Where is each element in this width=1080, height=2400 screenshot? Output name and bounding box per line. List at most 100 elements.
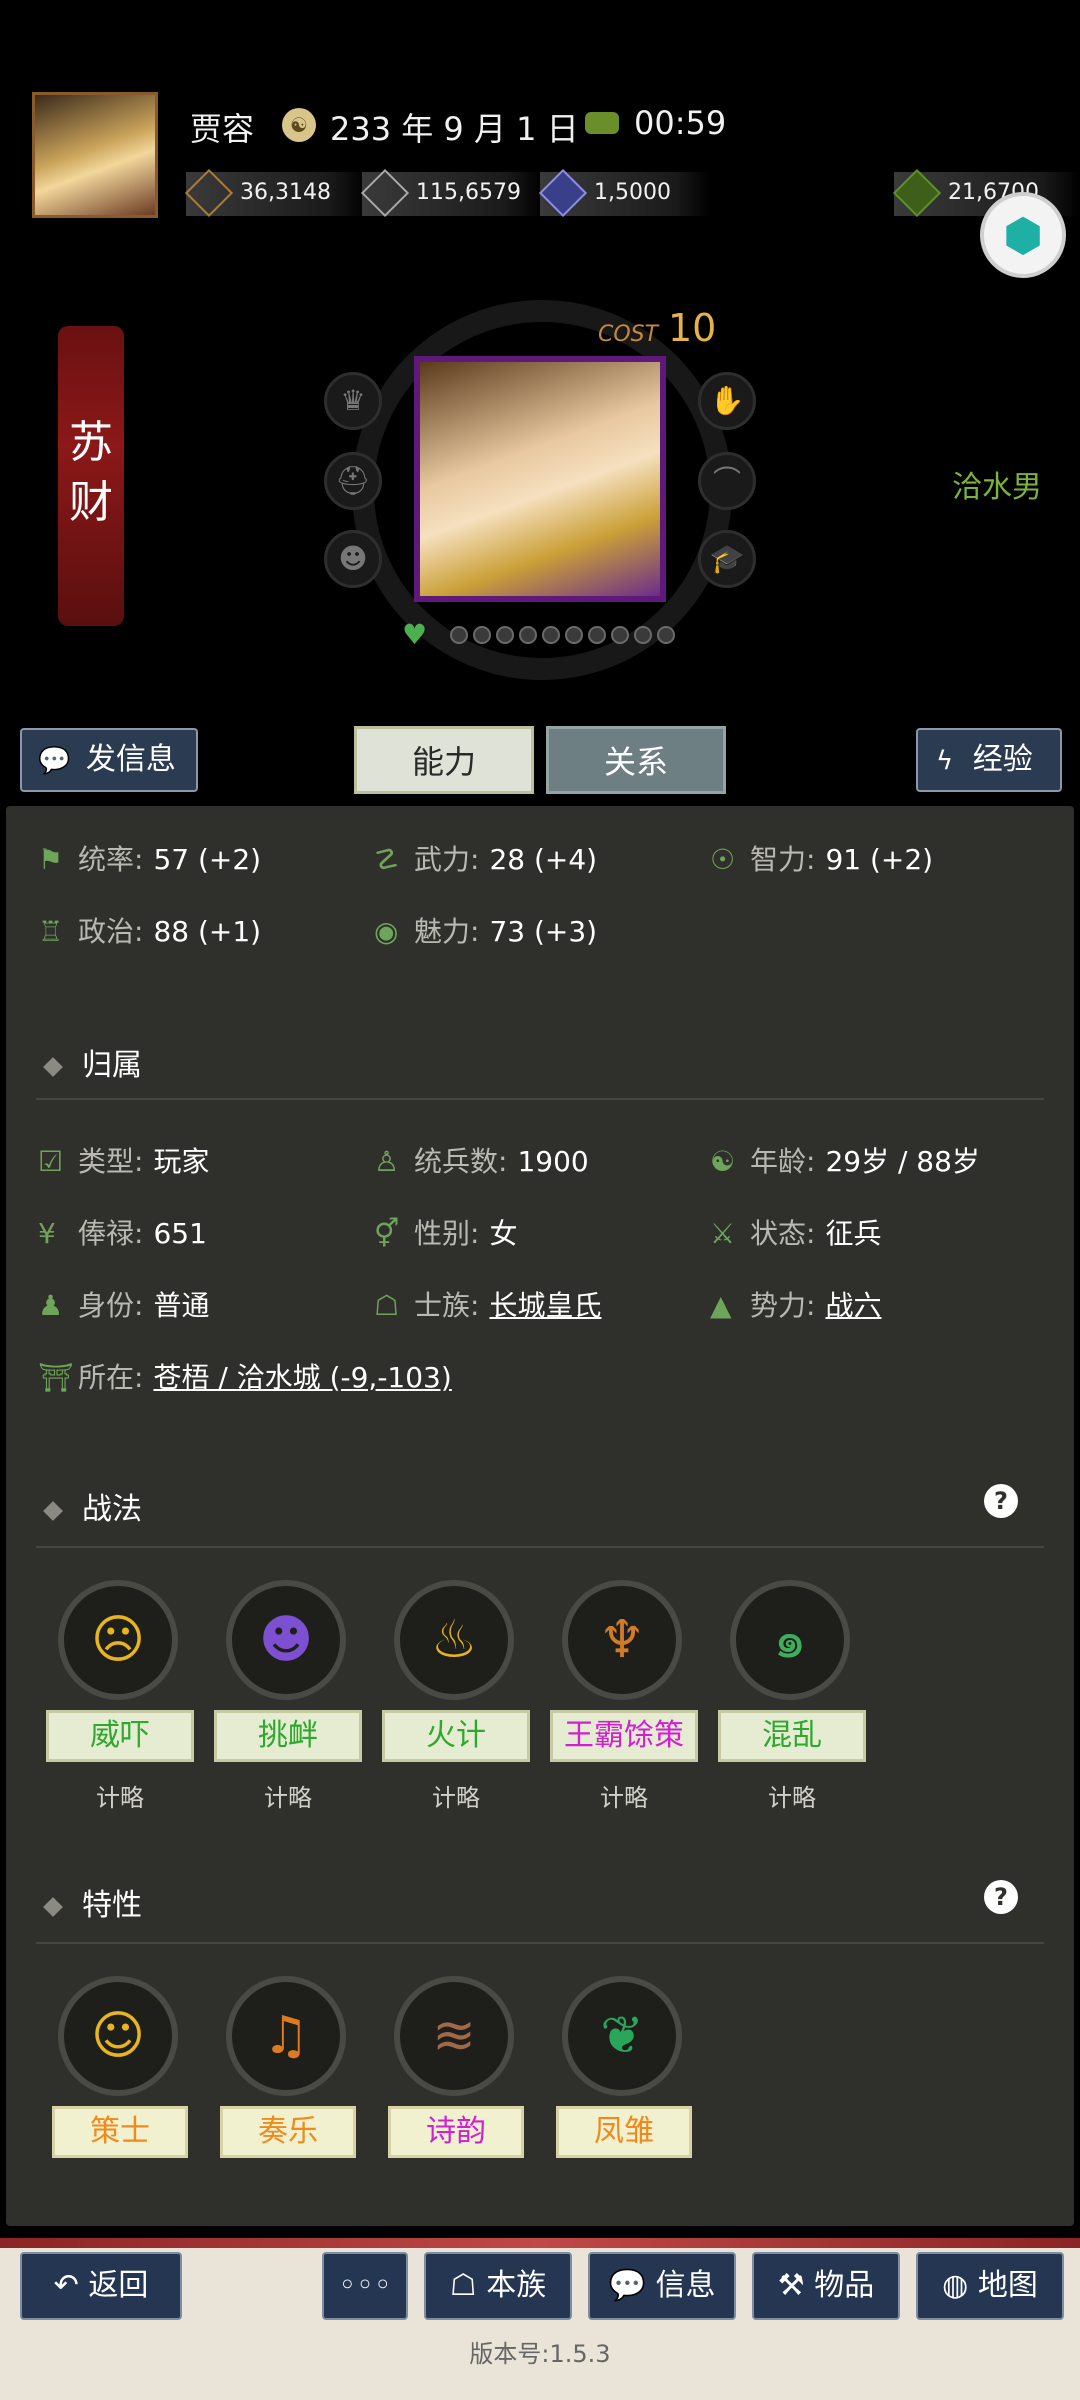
- trait-icon-strategist[interactable]: ☺: [58, 1976, 178, 2096]
- section-tactics: 战法: [43, 1484, 142, 1528]
- resource-food: 115,6579: [360, 168, 542, 218]
- traits-help-icon[interactable]: ?: [984, 1880, 1018, 1914]
- items-button[interactable]: ⚒ 物品: [752, 2252, 900, 2320]
- clan-button[interactable]: ☖ 本族: [424, 2252, 572, 2320]
- coin-icon: [184, 168, 234, 218]
- graduation-cap-icon[interactable]: 🎓: [698, 530, 756, 588]
- back-arrow-icon: ↶: [53, 2268, 79, 2303]
- moneybag-icon: [892, 168, 942, 218]
- heart-icon: ♥: [402, 618, 428, 651]
- trait-tag[interactable]: 凤雏: [556, 2106, 692, 2158]
- hat-icon[interactable]: ⌒: [698, 452, 756, 510]
- back-button[interactable]: ↶ 返回: [20, 2252, 182, 2320]
- section-traits: 特性: [43, 1880, 142, 1924]
- hand-icon[interactable]: ✋: [698, 372, 756, 430]
- trait-tag[interactable]: 奏乐: [220, 2106, 356, 2158]
- clan-link[interactable]: 长城皇氏: [489, 1289, 601, 1322]
- trait-icon-phoenix[interactable]: ❦: [562, 1976, 682, 2096]
- clan-icon: ☖: [449, 2268, 477, 2303]
- character-name-char1: 苏: [69, 417, 113, 468]
- trait-icon-poetry[interactable]: ≋: [394, 1976, 514, 2096]
- more-icon: ◦◦◦: [338, 2268, 392, 2303]
- soldier-icon: [538, 168, 588, 218]
- trait-icon-music[interactable]: ♫: [226, 1976, 346, 2096]
- resource-troops: 1,5000: [538, 168, 710, 218]
- tactic-type: 计略: [600, 1784, 648, 1812]
- loyalty-dot: [542, 626, 560, 644]
- loyalty-dot: [519, 626, 537, 644]
- tactic-type: 计略: [96, 1784, 144, 1812]
- crown-icon[interactable]: ♛: [324, 372, 382, 430]
- loyalty-dot: [496, 626, 514, 644]
- game-date: 233 年 9 月 1 日: [330, 110, 579, 148]
- brain-icon: ☉: [710, 843, 736, 876]
- force-link[interactable]: 战六: [825, 1289, 881, 1322]
- building-icon: ⛩: [38, 1361, 74, 1394]
- field-identity: ♟ 身份: 普通: [38, 1289, 210, 1322]
- divider: [36, 1546, 1044, 1548]
- send-message-button[interactable]: 💬 发信息: [20, 728, 198, 792]
- loyalty-dot: [565, 626, 583, 644]
- tactic-icon-fire[interactable]: ♨: [394, 1580, 514, 1700]
- tactic-tag[interactable]: 王霸馀策: [550, 1710, 698, 1762]
- mask-icon[interactable]: ☻: [324, 530, 382, 588]
- cube-menu-button[interactable]: ⬢: [980, 192, 1066, 278]
- tactic-type: 计略: [432, 1784, 480, 1812]
- stat-intelligence: ☉ 智力: 91 (+2): [710, 843, 934, 876]
- player-portrait[interactable]: [32, 92, 158, 218]
- more-button[interactable]: ◦◦◦: [322, 2252, 408, 2320]
- field-salary: ¥ 俸禄: 651: [38, 1217, 207, 1250]
- stat-leadership: ⚑ 统率: 57 (+2): [38, 843, 262, 876]
- cost-label: COST: [598, 322, 659, 347]
- loyalty-dot: [634, 626, 652, 644]
- flag-icon: ⚑: [38, 843, 64, 876]
- swords-icon: ⚔: [710, 1217, 736, 1250]
- field-status: ⚔ 状态: 征兵: [710, 1217, 882, 1250]
- items-icon: ⚒: [777, 2268, 805, 2303]
- field-age: ☯ 年龄: 29岁 / 88岁: [710, 1145, 980, 1178]
- yen-icon: ¥: [38, 1217, 56, 1250]
- character-name-banner: 苏 财: [58, 326, 124, 626]
- helmet-icon[interactable]: ⛑: [324, 452, 382, 510]
- calendar-icon: ☯: [282, 108, 316, 142]
- clan-icon: ☖: [374, 1289, 400, 1322]
- calendar-check-icon: ☑: [38, 1145, 64, 1178]
- tactic-tag[interactable]: 威吓: [46, 1710, 194, 1762]
- character-portrait[interactable]: [414, 356, 666, 602]
- tactic-tag[interactable]: 火计: [382, 1710, 530, 1762]
- cost-value: 10: [668, 306, 717, 350]
- tactic-tag[interactable]: 混乱: [718, 1710, 866, 1762]
- loyalty-dot: [657, 626, 675, 644]
- tactic-icon-intimidate[interactable]: ☹: [58, 1580, 178, 1700]
- game-time: 00:59: [634, 104, 727, 142]
- field-force: ▲ 势力: 战六: [710, 1289, 882, 1322]
- tab-ability[interactable]: 能力: [354, 726, 534, 794]
- yinyang-icon: ☯: [710, 1145, 736, 1178]
- tactic-icon-provoke[interactable]: ☻: [226, 1580, 346, 1700]
- eye-icon: ◉: [374, 915, 399, 948]
- tactics-help-icon[interactable]: ?: [984, 1484, 1018, 1518]
- resource-money: 36,3148: [184, 168, 366, 218]
- loyalty-dot: [450, 626, 468, 644]
- crown-outline-icon: ♖: [38, 915, 64, 948]
- lightning-icon: ϟ: [936, 746, 954, 776]
- person-icon: ♙: [374, 1145, 400, 1178]
- stat-politics: ♖ 政治: 88 (+1): [38, 915, 262, 948]
- divider: [36, 1098, 1044, 1100]
- decorative-stripe: [0, 2238, 1080, 2248]
- figure-icon: ♟: [38, 1289, 64, 1322]
- info-button[interactable]: 💬 信息: [588, 2252, 736, 2320]
- trait-tag[interactable]: 诗韵: [388, 2106, 524, 2158]
- field-location: ⛩ 所在: 苍梧 / 洽水城 (-9,-103): [38, 1361, 452, 1394]
- tactic-icon-dragon[interactable]: ♆: [562, 1580, 682, 1700]
- map-button[interactable]: ◍ 地图: [916, 2252, 1064, 2320]
- field-type: ☑ 类型: 玩家: [38, 1145, 210, 1178]
- experience-button[interactable]: ϟ 经验: [916, 728, 1062, 792]
- tactic-tag[interactable]: 挑衅: [214, 1710, 362, 1762]
- tactic-type: 计略: [264, 1784, 312, 1812]
- tab-relation[interactable]: 关系: [546, 726, 726, 794]
- loyalty-dot: [473, 626, 491, 644]
- trait-tag[interactable]: 策士: [52, 2106, 188, 2158]
- tactic-icon-chaos[interactable]: ๑: [730, 1580, 850, 1700]
- location-link[interactable]: 苍梧 / 洽水城 (-9,-103): [153, 1361, 451, 1394]
